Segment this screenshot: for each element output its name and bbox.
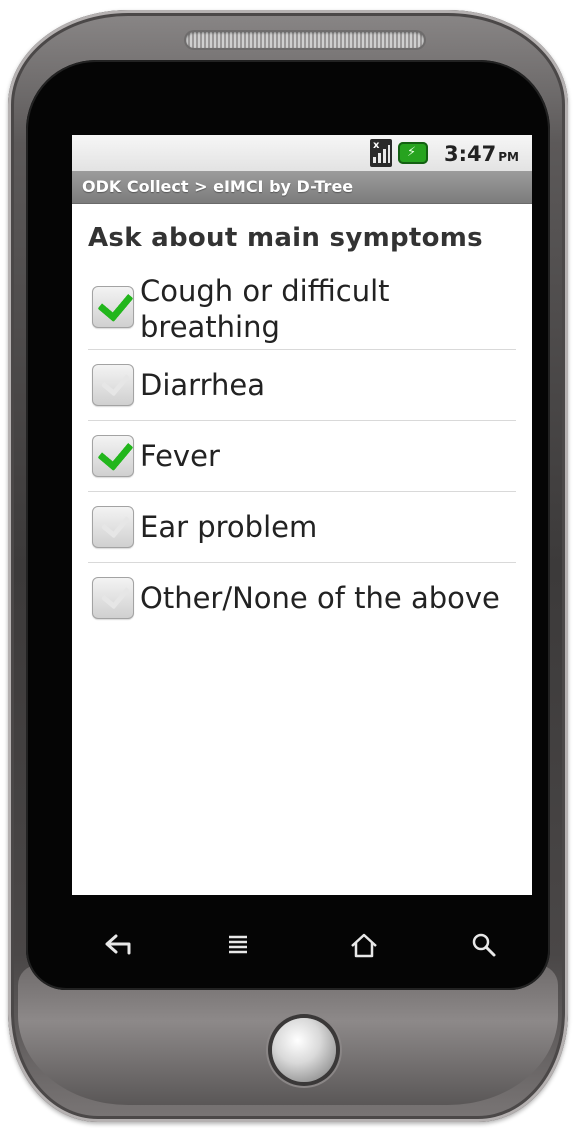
option-cough[interactable]: Cough or difficult breathing — [88, 273, 516, 350]
option-label: Ear problem — [140, 510, 318, 544]
checkbox-fever[interactable] — [92, 433, 134, 477]
checkbox-other-none[interactable] — [92, 577, 134, 619]
speaker-grille — [186, 32, 424, 48]
search-icon[interactable] — [454, 915, 514, 975]
checkbox-ear-problem[interactable] — [92, 506, 134, 548]
softkeys-bar — [72, 915, 532, 975]
option-label: Cough or difficult breathing — [140, 274, 390, 344]
option-label: Diarrhea — [140, 368, 265, 402]
trackball-button[interactable] — [272, 1018, 336, 1082]
option-fever[interactable]: Fever — [88, 421, 516, 492]
question-text: Ask about main symptoms — [88, 223, 483, 253]
checkbox-cough[interactable] — [92, 284, 134, 328]
options-list: Cough or difficult breathing Diarrhea Fe… — [88, 273, 516, 633]
signal-icon: x — [370, 139, 392, 167]
clock-ampm: PM — [498, 150, 519, 164]
clock: 3:47 PM — [444, 142, 519, 166]
option-label: Fever — [140, 439, 220, 473]
checkbox-diarrhea[interactable] — [92, 364, 134, 406]
option-ear-problem[interactable]: Ear problem — [88, 492, 516, 563]
option-other-none[interactable]: Other/None of the above — [88, 563, 516, 633]
battery-charging-icon: ⚡ — [398, 142, 428, 164]
app-title: ODK Collect > eIMCI by D-Tree — [82, 177, 354, 196]
status-bar: x ⚡ 3:47 PM — [72, 135, 532, 171]
option-label: Other/None of the above — [140, 581, 500, 615]
clock-time: 3:47 — [444, 142, 497, 166]
menu-icon[interactable] — [208, 915, 268, 975]
option-diarrhea[interactable]: Diarrhea — [88, 350, 516, 421]
screen: x ⚡ 3:47 PM ODK Collect > eIMCI by D-Tree… — [72, 135, 532, 895]
home-icon[interactable] — [334, 915, 394, 975]
back-icon[interactable] — [88, 915, 148, 975]
title-bar: ODK Collect > eIMCI by D-Tree — [72, 171, 532, 204]
